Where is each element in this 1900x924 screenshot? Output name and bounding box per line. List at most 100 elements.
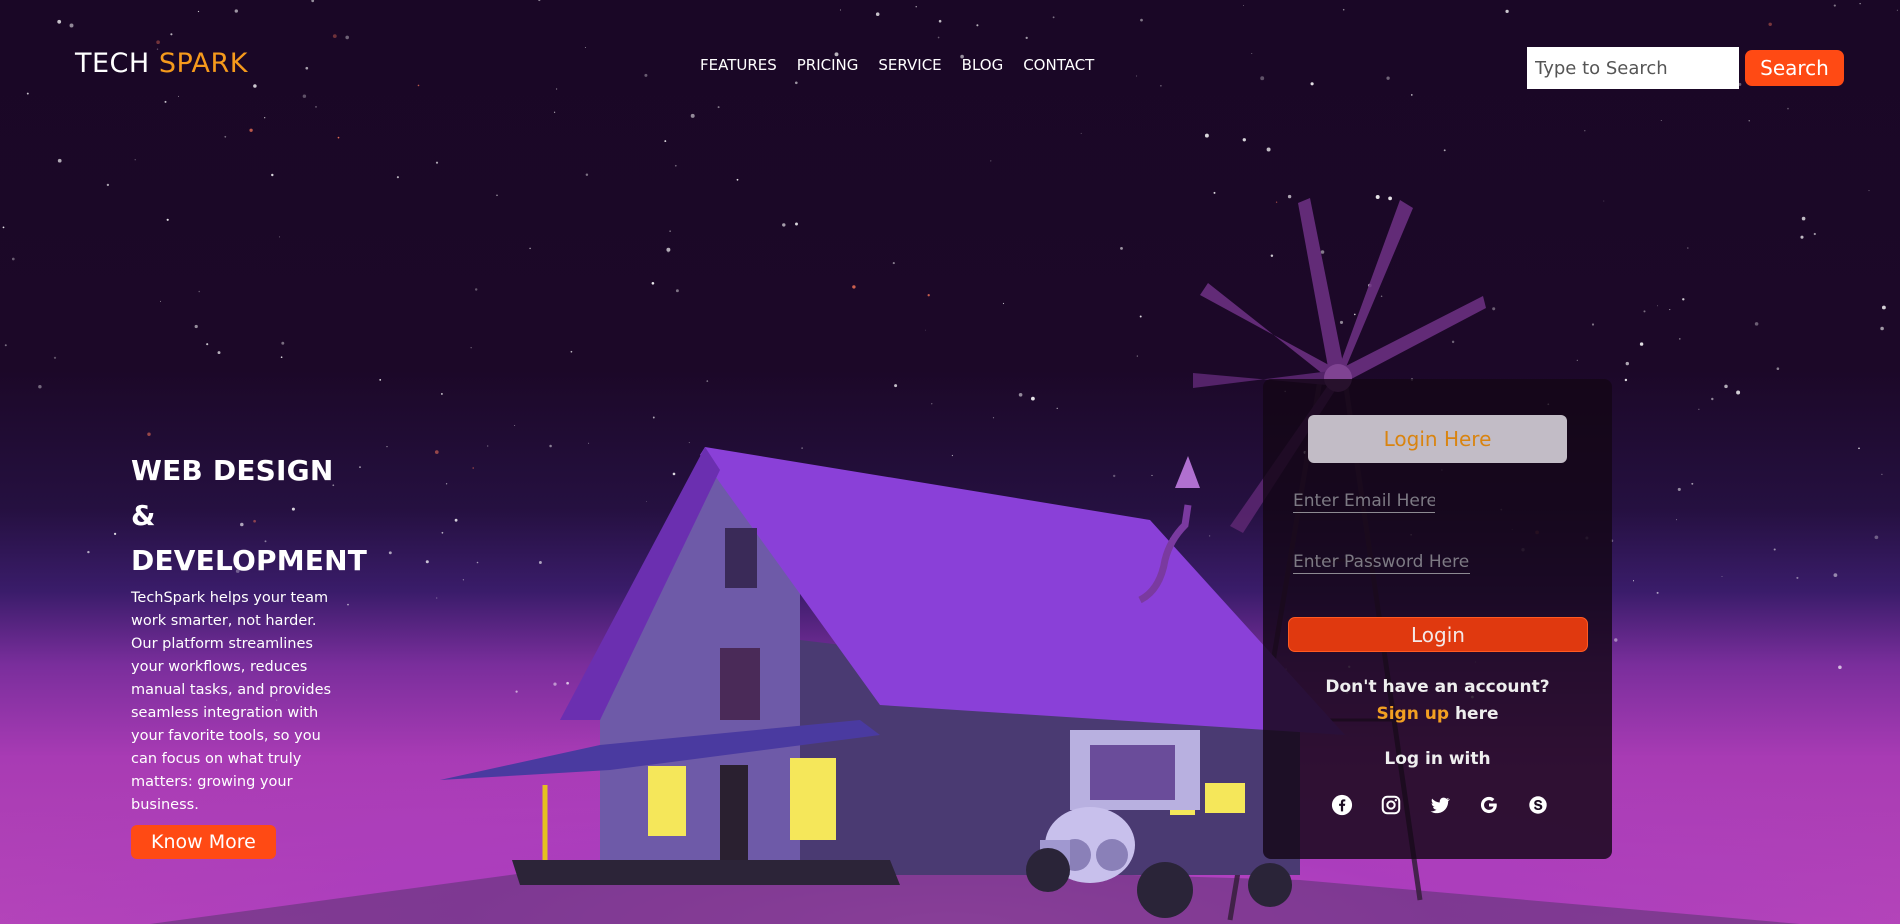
star: [1287, 194, 1292, 199]
star: [1643, 310, 1646, 313]
star: [178, 95, 179, 97]
star: [434, 450, 439, 454]
star: [727, 568, 730, 571]
star: [875, 12, 880, 16]
star: [1353, 313, 1356, 316]
star: [164, 100, 167, 103]
star: [672, 472, 676, 476]
star: [1310, 82, 1314, 86]
star: [345, 35, 350, 40]
know-more-button[interactable]: Know More: [131, 825, 276, 859]
star: [1342, 8, 1345, 11]
skype-icon[interactable]: [1527, 794, 1549, 816]
star: [1624, 378, 1628, 382]
star: [1136, 75, 1138, 77]
signup-link[interactable]: Sign up: [1376, 704, 1449, 724]
star: [1208, 535, 1211, 537]
star: [440, 392, 443, 395]
star: [1660, 120, 1662, 121]
star: [1339, 320, 1344, 324]
email-field[interactable]: [1293, 491, 1435, 513]
star: [1410, 94, 1413, 96]
star: [746, 492, 750, 496]
star: [1505, 9, 1509, 14]
star: [1031, 396, 1035, 401]
star: [1721, 575, 1723, 578]
star: [1492, 307, 1496, 311]
star: [1796, 576, 1799, 579]
star: [1266, 147, 1271, 152]
nav-blog[interactable]: BLOG: [962, 56, 1004, 74]
google-icon[interactable]: [1478, 794, 1500, 816]
star: [529, 247, 531, 250]
nav-service[interactable]: SERVICE: [878, 56, 941, 74]
star: [1056, 407, 1058, 409]
login-button[interactable]: Login: [1288, 617, 1588, 652]
star: [732, 650, 736, 654]
star: [549, 444, 552, 448]
social-login-icons: [1331, 794, 1549, 816]
star: [332, 34, 337, 38]
star: [1136, 355, 1138, 357]
star: [1632, 580, 1635, 582]
star: [570, 350, 573, 353]
star: [1656, 591, 1659, 594]
password-field[interactable]: [1293, 552, 1470, 574]
star: [11, 257, 15, 261]
star: [4, 344, 7, 347]
star: [106, 183, 110, 187]
star: [487, 445, 489, 447]
star: [538, 0, 541, 2]
star: [496, 194, 498, 197]
star: [217, 351, 221, 355]
star: [666, 247, 671, 252]
star: [470, 347, 472, 349]
star: [1443, 149, 1446, 152]
star: [1275, 201, 1278, 203]
star: [38, 384, 42, 389]
star: [1251, 53, 1253, 55]
star: [606, 658, 609, 661]
search-button[interactable]: Search: [1745, 50, 1844, 86]
star: [474, 288, 478, 291]
star: [931, 403, 933, 405]
star: [337, 136, 340, 139]
star: [302, 94, 307, 98]
star: [425, 560, 429, 564]
star: [281, 341, 285, 345]
star: [1657, 305, 1659, 307]
nav-features[interactable]: FEATURES: [700, 56, 777, 74]
site-logo[interactable]: TECH SPARK: [75, 48, 248, 79]
star: [53, 356, 57, 359]
star: [990, 160, 992, 162]
star: [1386, 76, 1390, 80]
star: [1113, 474, 1116, 478]
star: [388, 551, 392, 555]
star: [1451, 340, 1455, 344]
nav-contact[interactable]: CONTACT: [1023, 56, 1094, 74]
search-input[interactable]: [1527, 47, 1739, 89]
star: [441, 531, 444, 534]
star: [1160, 84, 1162, 87]
star: [454, 518, 458, 522]
star: [1270, 254, 1274, 258]
hero-title-line2: DEVELOPMENT: [131, 544, 368, 577]
star: [1105, 553, 1110, 558]
star: [675, 289, 679, 293]
star: [794, 81, 798, 85]
nav-pricing[interactable]: PRICING: [797, 56, 859, 74]
star: [1833, 573, 1838, 577]
twitter-icon[interactable]: [1429, 794, 1451, 816]
star: [795, 222, 798, 226]
star: [976, 24, 979, 27]
star: [644, 73, 648, 77]
star: [1204, 133, 1209, 138]
star: [26, 92, 29, 95]
hero-description: TechSpark helps your team work smarter, …: [131, 590, 332, 813]
star: [690, 113, 695, 118]
instagram-icon[interactable]: [1380, 794, 1402, 816]
star: [253, 84, 257, 88]
star: [645, 500, 647, 502]
facebook-icon[interactable]: [1331, 794, 1353, 816]
star: [515, 690, 518, 693]
